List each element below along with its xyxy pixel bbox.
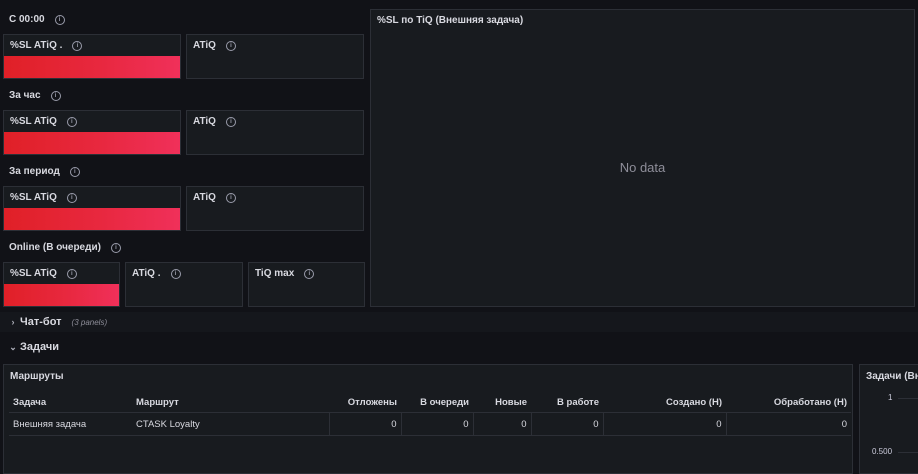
info-icon[interactable]: i: [72, 40, 83, 51]
grid-line: [898, 398, 918, 399]
table-header-row: Задача Маршрут Отложены В очереди Новые …: [9, 392, 851, 413]
panel-title: %SL ATiQ i: [10, 268, 77, 279]
row-panel-count: (3 panels): [71, 317, 108, 327]
panel-title-label: %SL по TiQ (Внешняя задача): [377, 15, 524, 26]
table-cell: 0: [328, 412, 401, 436]
table-cell: 0: [472, 412, 531, 436]
info-icon[interactable]: i: [54, 14, 65, 25]
panel-title: TiQ max i: [255, 268, 315, 279]
stat-panel-sl-atiq-hour[interactable]: %SL ATiQ i: [3, 110, 181, 155]
section-title-label: За час: [9, 90, 41, 101]
panel-title: ATiQ i: [193, 192, 236, 203]
chevron-right-icon[interactable]: ›: [8, 317, 18, 327]
panel-title-label: %SL ATiQ .: [10, 40, 63, 51]
table-cell: CTASK Loyalty: [132, 412, 329, 436]
panel-title-label: ATiQ .: [132, 268, 161, 279]
panel-title: %SL ATiQ i: [10, 192, 77, 203]
panel-title-label: Задачи (Вн: [866, 371, 918, 382]
panel-title-label: ATiQ: [193, 116, 216, 127]
info-icon[interactable]: i: [66, 116, 77, 127]
panel-title-label: %SL ATiQ: [10, 116, 57, 127]
stat-panel-atiq-period[interactable]: ATiQ i: [186, 186, 364, 231]
graph-panel-sl-by-tiq[interactable]: %SL по TiQ (Внешняя задача) No data: [370, 9, 915, 307]
column-header-task[interactable]: Задача: [9, 392, 132, 413]
section-title-label: За период: [9, 166, 60, 177]
panel-title-label: ATiQ: [193, 192, 216, 203]
section-title-period: За период i: [9, 166, 80, 177]
grid-line: [898, 452, 918, 453]
panel-title-label: %SL ATiQ: [10, 268, 57, 279]
table-cell: Внешняя задача: [9, 412, 132, 436]
info-icon[interactable]: i: [69, 166, 80, 177]
stat-panel-atiq-online[interactable]: ATiQ . i: [125, 262, 243, 307]
info-icon[interactable]: i: [170, 268, 181, 279]
section-title-label: С 00:00: [9, 14, 45, 25]
graph-panel-tasks-external[interactable]: Задачи (Вн 1 0.500: [859, 364, 918, 474]
stat-panel-sl-atiq-online[interactable]: %SL ATiQ i: [3, 262, 120, 307]
table-cell: 0: [530, 412, 603, 436]
stat-value-fill: [4, 132, 180, 154]
column-header-new[interactable]: Новые: [473, 392, 531, 413]
panel-title: %SL по TiQ (Внешняя задача): [377, 15, 523, 26]
panel-title-label: TiQ max: [255, 268, 295, 279]
table-row: Внешняя задача CTASK Loyalty 0 0 0 0 0 0: [9, 412, 851, 436]
row-title: Задачи: [20, 341, 59, 353]
no-data-message: No data: [619, 160, 666, 175]
info-icon[interactable]: i: [66, 192, 77, 203]
stat-value-fill: [4, 208, 180, 230]
row-header-chatbot[interactable]: › Чат-бот (3 panels): [0, 312, 918, 332]
column-header-in-progress[interactable]: В работе: [531, 392, 603, 413]
info-icon[interactable]: i: [50, 90, 61, 101]
panel-title: %SL ATiQ . i: [10, 40, 83, 51]
section-title-label: Online (В очереди): [9, 242, 101, 253]
y-axis-tick: 1: [888, 393, 893, 402]
section-title-online: Online (В очереди) i: [9, 242, 121, 253]
stat-value-fill: [4, 284, 119, 306]
column-header-processed[interactable]: Обработано (Н): [726, 392, 851, 413]
column-header-deferred[interactable]: Отложены: [329, 392, 401, 413]
info-icon[interactable]: i: [304, 268, 315, 279]
panel-title-label: %SL ATiQ: [10, 192, 57, 203]
info-icon[interactable]: i: [66, 268, 77, 279]
table-panel-routes[interactable]: Маршруты Задача Маршрут Отложены В очере…: [3, 364, 853, 474]
column-header-created[interactable]: Создано (Н): [603, 392, 726, 413]
info-icon[interactable]: i: [225, 116, 236, 127]
panel-title: ATiQ i: [193, 40, 236, 51]
stat-panel-atiq-hour[interactable]: ATiQ i: [186, 110, 364, 155]
info-icon[interactable]: i: [225, 40, 236, 51]
column-header-in-queue[interactable]: В очереди: [401, 392, 473, 413]
table-cell: 0: [725, 412, 851, 436]
table-cell: 0: [400, 412, 473, 436]
stat-panel-sl-atiq-period[interactable]: %SL ATiQ i: [3, 186, 181, 231]
panel-title: ATiQ i: [193, 116, 236, 127]
stat-value-fill: [4, 56, 180, 78]
panel-title: %SL ATiQ i: [10, 116, 77, 127]
panel-title: Маршруты: [10, 371, 64, 382]
stat-panel-atiq-today[interactable]: ATiQ i: [186, 34, 364, 79]
row-title: Чат-бот: [20, 316, 62, 328]
table-cell: 0: [602, 412, 726, 436]
panel-title: Задачи (Вн: [866, 371, 918, 382]
row-header-tasks[interactable]: ⌄ Задачи: [0, 337, 918, 357]
section-title-c0000: С 00:00 i: [9, 14, 65, 25]
info-icon[interactable]: i: [225, 192, 236, 203]
info-icon[interactable]: i: [110, 242, 121, 253]
y-axis-tick: 0.500: [872, 447, 893, 456]
stat-panel-tiq-max[interactable]: TiQ max i: [248, 262, 365, 307]
panel-title: ATiQ . i: [132, 268, 181, 279]
stat-panel-sl-atiq-today[interactable]: %SL ATiQ . i: [3, 34, 181, 79]
routes-table: Задача Маршрут Отложены В очереди Новые …: [9, 392, 851, 436]
panel-title-label: ATiQ: [193, 40, 216, 51]
section-title-hour: За час i: [9, 90, 61, 101]
chevron-down-icon[interactable]: ⌄: [8, 342, 18, 353]
column-header-route[interactable]: Маршрут: [132, 392, 329, 413]
panel-title-label: Маршруты: [10, 371, 64, 382]
